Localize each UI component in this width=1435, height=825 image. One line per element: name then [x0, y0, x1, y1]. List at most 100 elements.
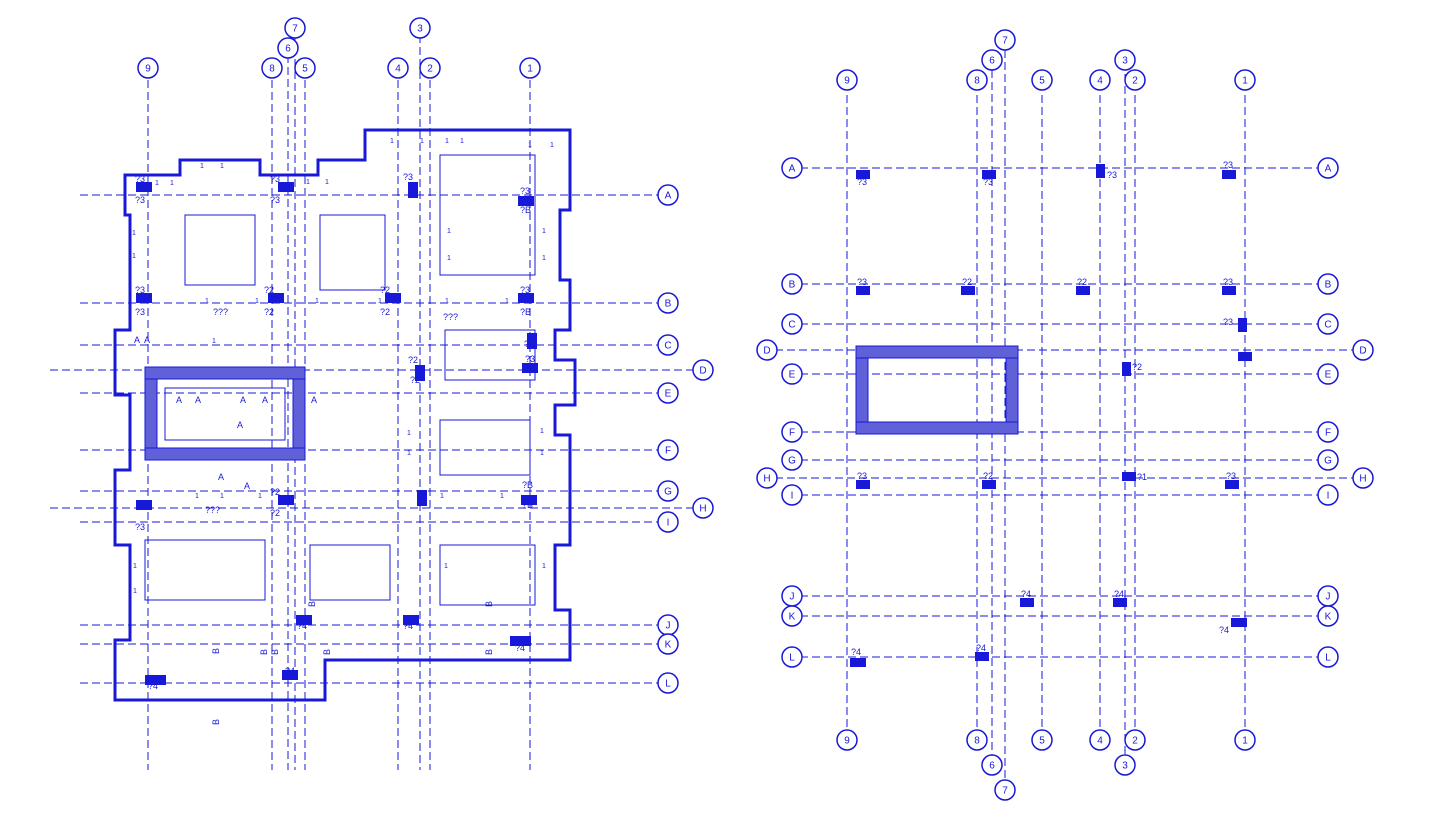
svg-text:3: 3 — [1122, 761, 1128, 772]
grid-bubbles-sides-right: A A B B C C D D E E F F G G H H I I J J … — [757, 158, 1373, 667]
svg-text:7: 7 — [292, 24, 298, 35]
svg-text:1: 1 — [1242, 76, 1248, 87]
svg-text:?4: ?4 — [285, 666, 295, 676]
column-tags-right: ?3 ?3 ?3 ?3 ?3 ?2 ?2 ?3 ?3 ?2 ?3 ?2 ?1 ?… — [851, 160, 1236, 657]
svg-text:K: K — [789, 612, 796, 623]
svg-text:1: 1 — [170, 180, 174, 187]
core-wall-right — [856, 346, 1018, 434]
svg-text:???: ??? — [205, 505, 220, 515]
svg-text:?4: ?4 — [1114, 589, 1124, 599]
grid-bubbles-top-left: 9 8 6 7 5 4 3 2 1 — [138, 18, 540, 78]
svg-text:C: C — [664, 341, 671, 352]
svg-text:A: A — [176, 395, 182, 405]
svg-text:1: 1 — [132, 230, 136, 237]
svg-text:B: B — [484, 601, 494, 607]
svg-text:L: L — [665, 679, 671, 690]
svg-text:1: 1 — [133, 588, 137, 595]
structural-plan-drawing: 9 8 6 7 5 4 3 2 1 A B C D E F G H I J K … — [0, 0, 1435, 825]
svg-text:?2: ?2 — [1132, 362, 1142, 372]
svg-text:?3: ?3 — [403, 172, 413, 182]
svg-text:?3: ?3 — [520, 186, 530, 196]
svg-text:?3: ?3 — [1223, 277, 1233, 287]
svg-text:5: 5 — [302, 64, 308, 75]
svg-text:A: A — [134, 335, 140, 345]
svg-text:A: A — [1325, 164, 1332, 175]
svg-text:?4: ?4 — [1021, 589, 1031, 599]
svg-text:?3: ?3 — [520, 285, 530, 295]
svg-text:?4: ?4 — [1219, 625, 1229, 635]
svg-text:9: 9 — [844, 736, 850, 747]
svg-text:?4: ?4 — [851, 647, 861, 657]
svg-text:?3: ?3 — [1223, 317, 1233, 327]
svg-text:4: 4 — [1097, 76, 1103, 87]
svg-text:F: F — [789, 428, 795, 439]
svg-text:A: A — [218, 472, 224, 482]
svg-text:?B: ?B — [524, 339, 535, 349]
columns-left — [136, 182, 538, 685]
svg-text:H: H — [763, 474, 770, 485]
svg-text:G: G — [1324, 456, 1332, 467]
svg-text:?3: ?3 — [857, 177, 867, 187]
svg-text:?2: ?2 — [270, 487, 280, 497]
svg-text:1: 1 — [418, 493, 422, 500]
svg-text:8: 8 — [974, 76, 980, 87]
right-column-plan: 9 8 6 7 5 4 3 2 1 9 8 6 7 5 4 3 2 1 A A … — [757, 30, 1373, 800]
svg-text:?3: ?3 — [1226, 471, 1236, 481]
svg-text:B: B — [211, 648, 221, 654]
svg-text:E: E — [789, 370, 796, 381]
svg-text:?2: ?2 — [962, 277, 972, 287]
svg-text:B: B — [484, 649, 494, 655]
svg-text:I: I — [791, 491, 794, 502]
svg-text:?2: ?2 — [983, 471, 993, 481]
svg-text:1: 1 — [390, 138, 394, 145]
svg-text:?3: ?3 — [983, 177, 993, 187]
svg-text:1: 1 — [220, 163, 224, 170]
svg-text:8: 8 — [974, 736, 980, 747]
foundation-walls — [115, 130, 575, 700]
svg-text:A: A — [195, 395, 201, 405]
svg-text:1: 1 — [505, 298, 509, 305]
svg-text:1: 1 — [132, 253, 136, 260]
svg-text:?3: ?3 — [135, 174, 145, 184]
svg-text:B: B — [211, 719, 221, 725]
svg-text:1: 1 — [255, 298, 259, 305]
svg-text:K: K — [1325, 612, 1332, 623]
svg-text:1: 1 — [407, 450, 411, 457]
svg-text:?3: ?3 — [135, 522, 145, 532]
svg-text:1: 1 — [200, 163, 204, 170]
svg-text:F: F — [665, 446, 671, 457]
svg-text:A: A — [244, 481, 250, 491]
svg-text:6: 6 — [989, 761, 995, 772]
svg-text:D: D — [699, 366, 706, 377]
svg-text:1: 1 — [420, 138, 424, 145]
grid-bubbles-top-right: 9 8 6 7 5 4 3 2 1 — [837, 30, 1255, 90]
svg-text:?2: ?2 — [408, 355, 418, 365]
svg-text:3: 3 — [1122, 56, 1128, 67]
svg-text:B: B — [270, 649, 280, 655]
svg-text:?3: ?3 — [135, 195, 145, 205]
svg-text:1: 1 — [460, 138, 464, 145]
svg-text:3: 3 — [417, 24, 423, 35]
svg-text:?1: ?1 — [1137, 472, 1147, 482]
svg-text:4: 4 — [1097, 736, 1103, 747]
svg-text:???: ??? — [443, 312, 458, 322]
svg-text:1: 1 — [447, 255, 451, 262]
svg-text:?3: ?3 — [1107, 170, 1117, 180]
svg-text:A: A — [665, 191, 672, 202]
svg-text:1: 1 — [550, 142, 554, 149]
svg-text:1: 1 — [1242, 736, 1248, 747]
svg-text:?4: ?4 — [148, 681, 158, 691]
svg-text:H: H — [699, 504, 706, 515]
svg-text:1: 1 — [155, 180, 159, 187]
svg-text:6: 6 — [989, 56, 995, 67]
svg-text:1: 1 — [306, 179, 310, 186]
svg-text:?3: ?3 — [1223, 160, 1233, 170]
svg-text:G: G — [664, 487, 672, 498]
svg-text:1: 1 — [220, 493, 224, 500]
left-foundation-plan: 9 8 6 7 5 4 3 2 1 A B C D E F G H I J K … — [50, 18, 713, 770]
svg-text:?3: ?3 — [135, 307, 145, 317]
svg-text:2: 2 — [1132, 736, 1138, 747]
svg-text:A: A — [144, 335, 150, 345]
grid-bubbles-right-left: A B C D E F G H I J K L — [658, 185, 713, 693]
svg-text:J: J — [1326, 592, 1331, 603]
